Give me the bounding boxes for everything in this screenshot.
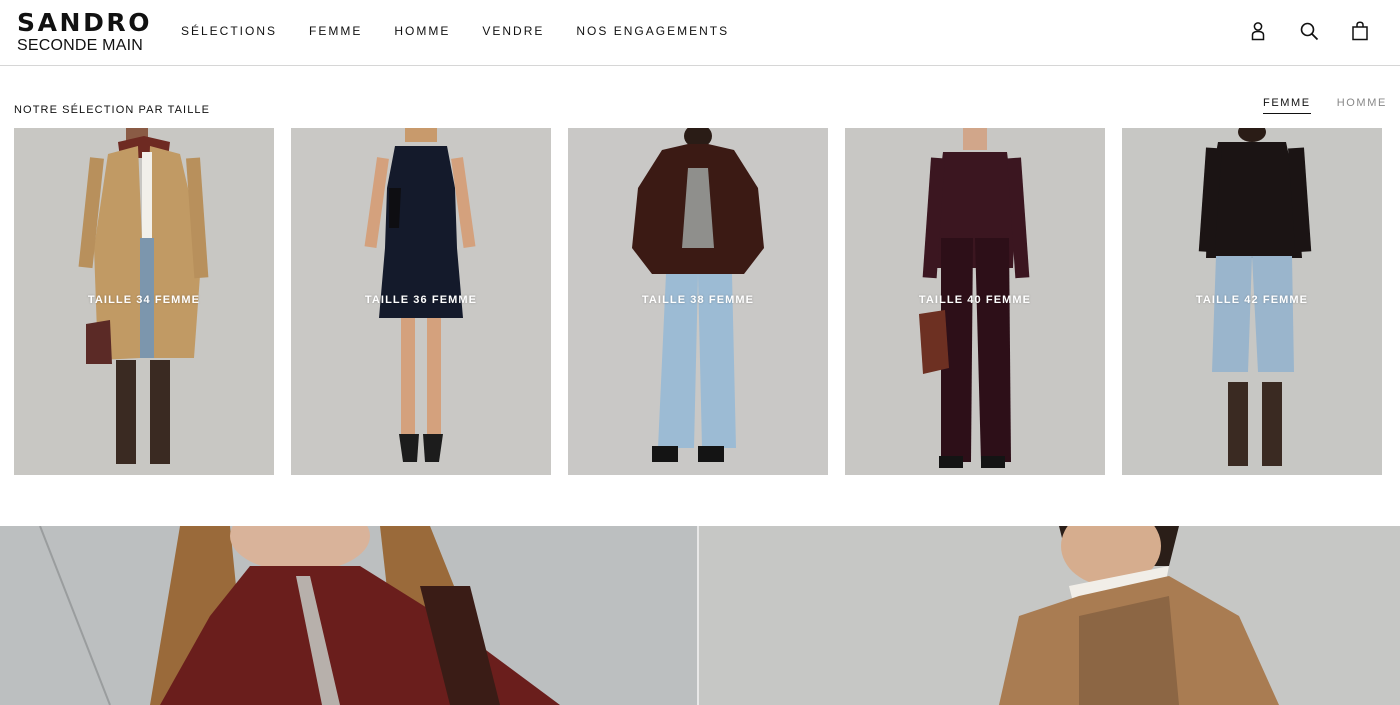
banner-row: [0, 526, 1400, 705]
size-card-38[interactable]: TAILLE 38 FEMME: [568, 128, 828, 475]
tab-homme[interactable]: HOMME: [1337, 97, 1387, 114]
nav-item-vendre[interactable]: VENDRE: [482, 24, 544, 38]
size-card-36[interactable]: TAILLE 36 FEMME: [291, 128, 551, 475]
gender-tabs: FEMME HOMME: [1263, 97, 1387, 114]
card-label: TAILLE 34 FEMME: [87, 294, 201, 306]
banner-photo-left: [0, 526, 697, 705]
card-label: TAILLE 38 FEMME: [641, 294, 755, 306]
banner-photo-right: [699, 526, 1400, 705]
logo-subline: SECONDE MAIN: [17, 37, 143, 54]
card-label: TAILLE 36 FEMME: [364, 294, 478, 306]
tab-femme[interactable]: FEMME: [1263, 97, 1311, 114]
card-label: TAILLE 40 FEMME: [918, 294, 1032, 306]
card-label: TAILLE 42 FEMME: [1195, 294, 1309, 306]
nav-item-femme[interactable]: FEMME: [309, 24, 362, 38]
logo-brand: SANDRO: [17, 8, 153, 37]
size-card-40[interactable]: TAILLE 40 FEMME: [845, 128, 1105, 475]
header-icons: [1246, 20, 1372, 42]
main-nav: SÉLECTIONS FEMME HOMME VENDRE NOS ENGAGE…: [181, 24, 761, 38]
section-title: NOTRE SÉLECTION PAR TAILLE: [14, 104, 211, 116]
nav-item-homme[interactable]: HOMME: [394, 24, 450, 38]
nav-item-nos-engagements[interactable]: NOS ENGAGEMENTS: [576, 24, 729, 38]
banner-homme[interactable]: [699, 526, 1400, 705]
size-card-42[interactable]: TAILLE 42 FEMME: [1122, 128, 1382, 475]
banner-femme[interactable]: [0, 526, 697, 705]
size-card-34[interactable]: TAILLE 34 FEMME: [14, 128, 274, 475]
size-card-list: TAILLE 34 FEMME TAILLE 36 FEMME TAILLE 3…: [14, 128, 1382, 475]
bag-icon[interactable]: [1348, 20, 1372, 42]
logo[interactable]: SANDRO SECONDE MAIN: [17, 10, 157, 56]
site-header: SANDRO SECONDE MAIN SÉLECTIONS FEMME HOM…: [0, 0, 1400, 66]
account-icon[interactable]: [1246, 20, 1270, 42]
search-icon[interactable]: [1297, 20, 1321, 42]
nav-item-selections[interactable]: SÉLECTIONS: [181, 24, 277, 38]
